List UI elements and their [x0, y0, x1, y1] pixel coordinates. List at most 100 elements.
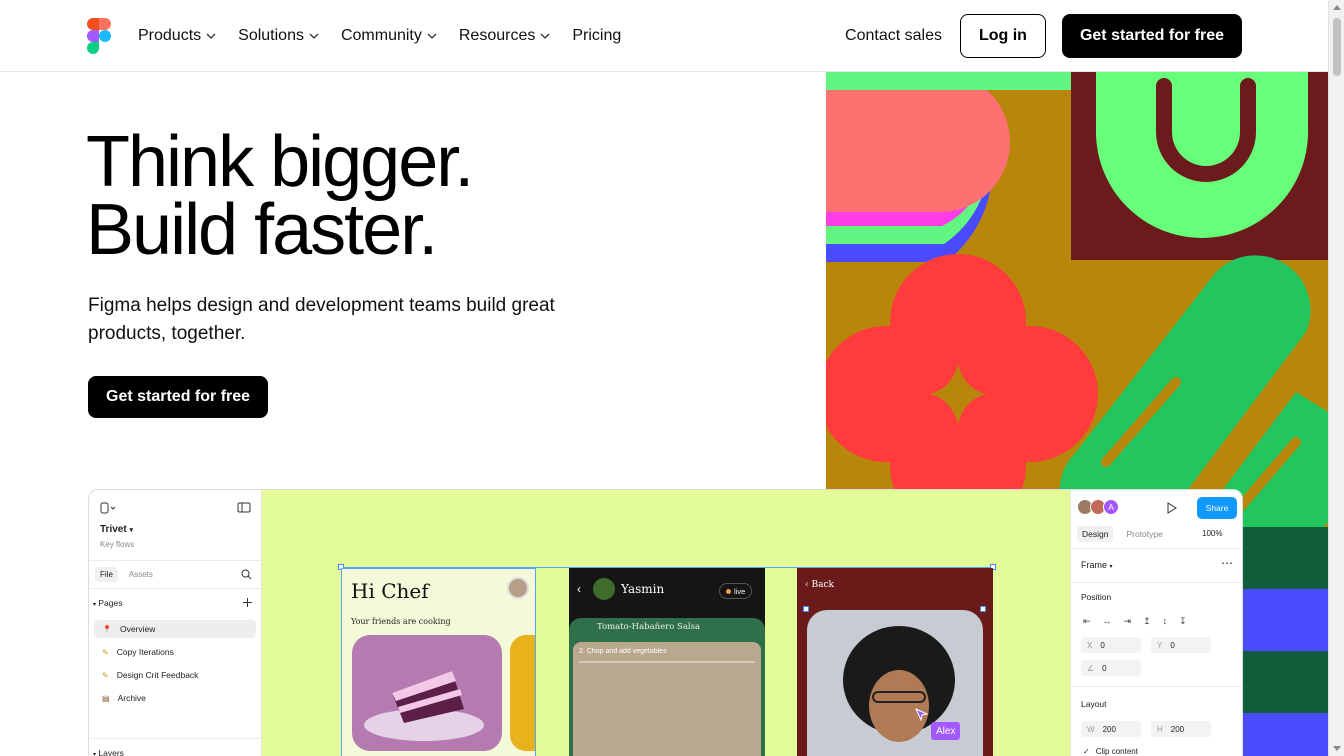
tab-prototype[interactable]: Prototype	[1121, 526, 1167, 542]
figma-landing-page: Products Solutions Community Resources P…	[0, 0, 1344, 756]
clip-content-toggle[interactable]: ✓ Clip content	[1083, 747, 1138, 756]
page-item-label: Archive	[117, 693, 146, 703]
rotation-field[interactable]: ∠ 0	[1081, 660, 1141, 676]
left-tabs: File Assets	[95, 567, 158, 582]
align-controls: ⇤ ↔ ⇥ ↥ ↕ ↧	[1083, 616, 1187, 627]
more-icon[interactable]: ⋯	[1221, 556, 1233, 570]
chevron-down-icon	[427, 33, 437, 39]
play-icon[interactable]	[1166, 502, 1178, 514]
tab-assets[interactable]: Assets	[124, 567, 158, 582]
pin-icon: 📍	[102, 624, 112, 634]
frame-yasmin[interactable]: ‹ Yasmin live Tomato-Habañero Salsa 2. C…	[569, 568, 765, 756]
page-item-label: Design Crit Feedback	[116, 670, 199, 680]
menu-item-solutions[interactable]: Solutions	[238, 27, 319, 45]
menu-item-label: Solutions	[238, 27, 304, 44]
chevron-down-icon	[309, 33, 319, 39]
layout-label: Layout	[1081, 699, 1107, 709]
hero-headline: Think bigger. Build faster.	[86, 126, 474, 266]
cursor-icon	[915, 708, 929, 722]
divider	[89, 738, 261, 739]
align-left-icon[interactable]: ⇤	[1083, 616, 1091, 627]
scroll-up-arrow-icon[interactable]	[1333, 5, 1341, 10]
menu-item-label: Products	[138, 27, 202, 44]
live-badge: live	[719, 583, 753, 599]
page-item-copy-iterations[interactable]: ✎ Copy Iterations	[94, 643, 256, 661]
resize-handle[interactable]	[980, 606, 986, 612]
pages-header[interactable]: ▾ Pages	[93, 598, 123, 608]
nav-actions: Contact sales Log in Get started for fre…	[845, 14, 1242, 58]
menu-item-community[interactable]: Community	[341, 27, 437, 45]
frame-profile[interactable]: ‹ Back Alex	[797, 568, 993, 756]
page-item-overview[interactable]: 📍 Overview	[94, 620, 256, 638]
menu-item-pricing[interactable]: Pricing	[572, 27, 621, 45]
zoom-level[interactable]: 100%	[1202, 529, 1222, 538]
page-item-archive[interactable]: ▤ Archive	[94, 689, 256, 707]
layers-header[interactable]: ▾ Layers	[93, 748, 124, 756]
recipe-step: 2. Chop and add vegetables	[579, 648, 667, 655]
back-chevron-icon[interactable]: ‹	[577, 582, 581, 596]
align-center-icon[interactable]: ↔	[1103, 616, 1112, 627]
add-page-icon[interactable]	[242, 597, 253, 608]
align-top-icon[interactable]: ↥	[1143, 616, 1151, 627]
x-label: X	[1087, 640, 1093, 650]
h-value: 200	[1170, 724, 1185, 734]
divider	[89, 588, 261, 589]
file-name[interactable]: Trivet ▾	[100, 524, 133, 535]
chevron-down-icon	[540, 33, 550, 39]
tab-design[interactable]: Design	[1077, 526, 1114, 542]
frame-label: Frame	[1081, 560, 1108, 570]
login-button[interactable]: Log in	[959, 14, 1046, 58]
w-label: W	[1087, 724, 1095, 734]
live-dot-icon	[726, 588, 731, 594]
pages-label: Pages	[98, 598, 123, 608]
contact-sales-link[interactable]: Contact sales	[845, 27, 942, 45]
cake-image	[352, 635, 502, 751]
top-nav: Products Solutions Community Resources P…	[0, 0, 1328, 72]
menu-item-label: Pricing	[572, 27, 622, 44]
back-chevron-icon: ‹	[805, 580, 809, 590]
menu-item-products[interactable]: Products	[138, 27, 216, 45]
next-card-image	[510, 635, 535, 751]
collaborator-avatars[interactable]: A	[1077, 499, 1119, 515]
page-scrollbar[interactable]	[1328, 0, 1344, 756]
x-field[interactable]: X 0	[1081, 637, 1141, 653]
x-value: 0	[1100, 640, 1105, 650]
menu-item-label: Community	[340, 27, 422, 44]
align-right-icon[interactable]: ⇥	[1124, 616, 1132, 627]
resize-handle[interactable]	[803, 606, 809, 612]
get-started-hero-button[interactable]: Get started for free	[88, 376, 269, 418]
check-icon: ✓	[1083, 747, 1090, 756]
position-label: Position	[1081, 592, 1112, 602]
frame-hi-chef[interactable]: Hi Chef Your friends are cooking	[341, 568, 536, 756]
page-item-design-crit[interactable]: ✎ Design Crit Feedback	[94, 666, 256, 684]
chevron-down-icon: ▾	[1109, 564, 1113, 570]
divider	[1071, 582, 1242, 583]
frame-title: Hi Chef	[351, 579, 429, 603]
align-middle-icon[interactable]: ↕	[1163, 616, 1168, 627]
back-link[interactable]: ‹ Back	[805, 580, 834, 590]
page-item-label: Copy Iterations	[116, 647, 174, 657]
properties-panel: A Share Design Prototype 100% Frame ▾ ⋯ …	[1070, 490, 1242, 756]
divider	[89, 560, 261, 561]
menu-item-resources[interactable]: Resources	[459, 27, 550, 45]
sidebar-toggle-icon[interactable]	[237, 502, 251, 513]
search-icon[interactable]	[241, 569, 252, 580]
scrollbar-thumb[interactable]	[1333, 18, 1341, 76]
avatar-letter: A	[1103, 499, 1119, 515]
primary-menu: Products Solutions Community Resources P…	[138, 0, 621, 72]
frame-dropdown[interactable]: Frame ▾	[1081, 560, 1113, 570]
multiplayer-cursor-label: Alex	[931, 722, 961, 740]
align-bottom-icon[interactable]: ↧	[1179, 616, 1187, 627]
get-started-nav-button[interactable]: Get started for free	[1061, 14, 1242, 58]
width-field[interactable]: W 200	[1081, 721, 1141, 737]
height-field[interactable]: H 200	[1151, 721, 1211, 737]
scroll-down-arrow-icon[interactable]	[1333, 746, 1341, 751]
chef-name: Yasmin	[621, 582, 665, 596]
figma-logo[interactable]	[86, 18, 112, 54]
tab-file[interactable]: File	[95, 567, 118, 582]
y-field[interactable]: Y 0	[1151, 637, 1211, 653]
share-button[interactable]: Share	[1197, 497, 1237, 519]
page-item-label: Overview	[119, 624, 156, 634]
figma-menu-icon[interactable]	[100, 502, 116, 514]
avatar	[507, 577, 529, 599]
